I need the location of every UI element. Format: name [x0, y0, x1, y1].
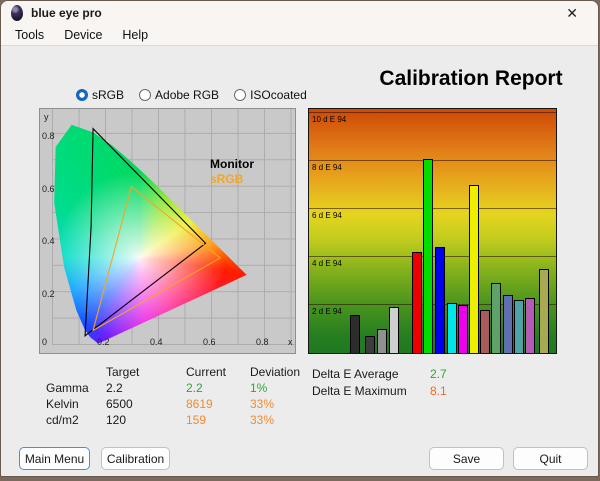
menu-bar: ToolsDeviceHelp: [1, 25, 598, 46]
cie-chromaticity-chart: y x 0 0.2 0.4 0.6 0.8 0.2 0.4 0.6 0.8 Monitor sR…: [39, 108, 296, 354]
window-title: blue eye pro: [31, 6, 102, 20]
srgb-gamut-triangle: [93, 187, 220, 331]
radio-unchecked-icon[interactable]: [234, 89, 246, 101]
x-axis-label: x: [288, 337, 293, 347]
app-window: blue eye pro ✕ ToolsDeviceHelp Calibrati…: [0, 0, 599, 477]
menu-item-device[interactable]: Device: [54, 26, 112, 44]
bar-black: [350, 315, 360, 353]
gridline-label: 8 d E 94: [312, 163, 342, 172]
gridline-label: 2 d E 94: [312, 307, 342, 316]
x-tick: 0: [42, 337, 47, 347]
delta-avg-label: Delta E Average: [312, 367, 430, 381]
target-value: 120: [106, 413, 186, 427]
menu-item-tools[interactable]: Tools: [5, 26, 54, 44]
save-button[interactable]: Save: [429, 447, 504, 470]
gridline-label: 6 d E 94: [312, 211, 342, 220]
x-tick: 0.6: [203, 337, 216, 347]
page-title: Calibration Report: [356, 67, 586, 91]
menu-item-help[interactable]: Help: [112, 26, 158, 44]
bar-blue: [435, 247, 445, 353]
y-tick: 0.4: [42, 236, 55, 246]
y-tick: 0.2: [42, 289, 55, 299]
radio-label: ISOcoated: [250, 88, 307, 102]
delta-e-summary: Delta E Average 2.7 Delta E Maximum 8.1: [312, 367, 447, 398]
quit-button[interactable]: Quit: [513, 447, 588, 470]
bar-gray: [377, 329, 387, 353]
table-header: Current: [186, 365, 250, 379]
delta-max-value: 8.1: [430, 384, 447, 398]
bar-dark-gray: [365, 336, 375, 353]
gamut-triangles: [52, 109, 295, 345]
gamut-radio-group: sRGB Adobe RGB ISOcoated: [76, 88, 307, 102]
delta-max-label: Delta E Maximum: [312, 384, 430, 398]
bar-brown: [480, 310, 490, 353]
x-tick: 0.4: [150, 337, 163, 347]
current-value: 8619: [186, 397, 250, 411]
target-value: 2.2: [106, 381, 186, 395]
deviation-value: 33%: [250, 397, 330, 411]
legend-monitor: Monitor: [210, 157, 254, 171]
radio-unchecked-icon[interactable]: [139, 89, 151, 101]
current-value: 159: [186, 413, 250, 427]
radio-option-adobe-rgb[interactable]: Adobe RGB: [139, 88, 219, 102]
radio-option-srgb[interactable]: sRGB: [76, 88, 124, 102]
bar-magenta: [458, 305, 468, 353]
y-tick: 0.6: [42, 184, 55, 194]
radio-label: Adobe RGB: [155, 88, 219, 102]
y-tick: 0.8: [42, 131, 55, 141]
x-tick: 0.8: [256, 337, 269, 347]
calibration-results-table: Target Current Deviation Gamma 2.2 2.2 1…: [46, 365, 330, 427]
legend-srgb: sRGB: [210, 172, 243, 186]
blue-eye-app-icon: [11, 5, 23, 21]
row-label: cd/m2: [46, 413, 106, 427]
radio-label: sRGB: [92, 88, 124, 102]
bar-slate-blue: [503, 295, 513, 353]
cie-plot-area: [52, 109, 295, 345]
bar-red: [412, 252, 422, 353]
target-value: 6500: [106, 397, 186, 411]
current-value: 2.2: [186, 381, 250, 395]
bar-olive: [539, 269, 549, 353]
bar-yellow: [469, 185, 479, 353]
bar-cyan: [447, 303, 457, 353]
gridline-label: 4 d E 94: [312, 259, 342, 268]
x-tick: 0.2: [97, 337, 110, 347]
table-header: Target: [106, 365, 186, 379]
bar-orchid: [525, 298, 535, 353]
bar-green: [423, 159, 433, 353]
title-bar: blue eye pro ✕: [1, 1, 598, 25]
gridline-label: 10 d E 94: [312, 115, 346, 124]
bar-light-gray: [389, 307, 399, 353]
row-label: Gamma: [46, 381, 106, 395]
delta-avg-value: 2.7: [430, 367, 447, 381]
row-label: Kelvin: [46, 397, 106, 411]
delta-e-bar-chart: 2 d E 94 4 d E 94 6 d E 94 8 d E 94 10 d E 9…: [308, 108, 557, 354]
table-header: [46, 365, 106, 379]
main-menu-button[interactable]: Main Menu: [19, 447, 90, 470]
y-axis-label: y: [44, 112, 49, 122]
bar-teal: [514, 300, 524, 353]
bar-sea-green: [491, 283, 501, 353]
deviation-value: 33%: [250, 413, 330, 427]
calibration-button[interactable]: Calibration: [101, 447, 170, 470]
gridline-10: [309, 112, 556, 113]
close-icon[interactable]: ✕: [560, 1, 584, 25]
radio-checked-icon[interactable]: [76, 89, 88, 101]
radio-option-isocoated[interactable]: ISOcoated: [234, 88, 307, 102]
